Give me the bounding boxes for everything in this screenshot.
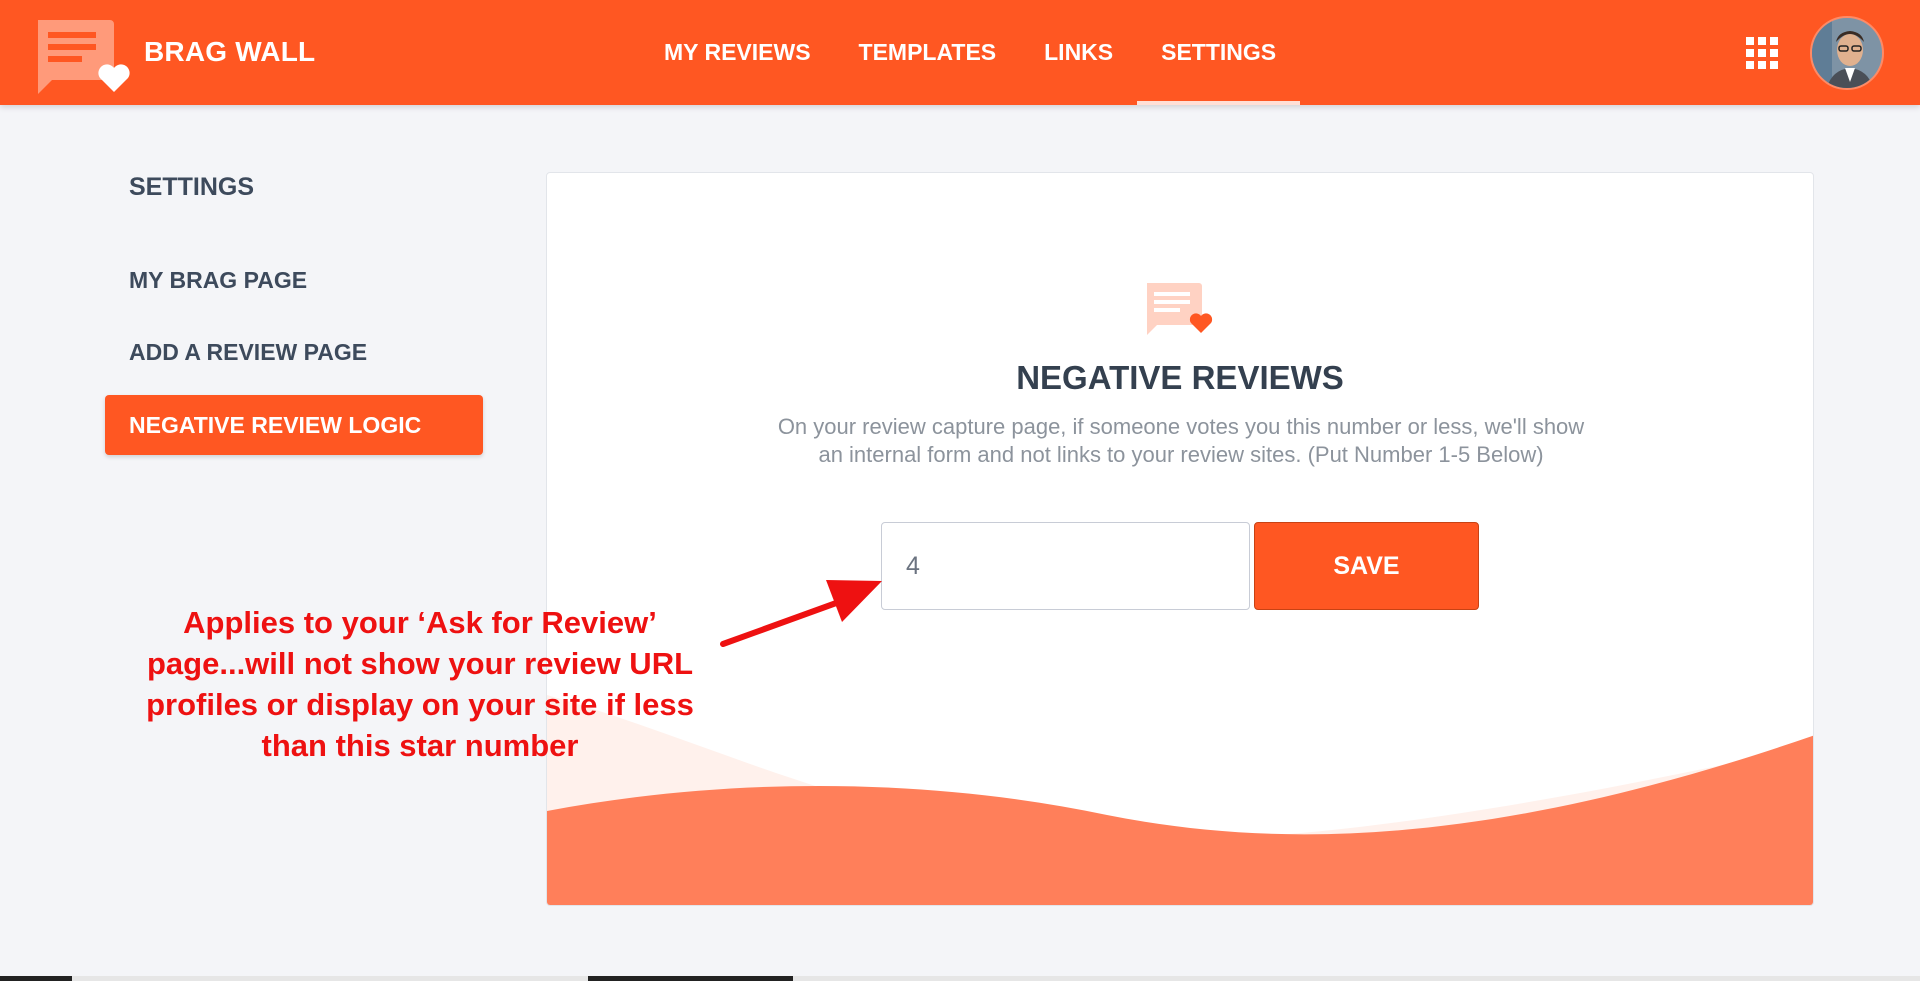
user-avatar[interactable] [1810,16,1884,90]
top-bar: BRAG WALL MY REVIEWS TEMPLATES LINKS SET… [0,0,1920,105]
save-button[interactable]: SAVE [1254,522,1479,610]
brand-name[interactable]: BRAG WALL [144,36,315,68]
nav-links[interactable]: LINKS [1020,0,1137,105]
annotation-line-1: Applies to your ‘Ask for Review’ [183,605,657,640]
sidebar-item-my-brag-page[interactable]: MY BRAG PAGE [105,250,483,310]
negative-reviews-card: NEGATIVE REVIEWS On your review capture … [546,172,1814,906]
annotation-line-3: profiles or display on your site if less [146,687,694,722]
annotation-callout: Applies to your ‘Ask for Review’ page...… [120,602,720,766]
brag-wall-logo-icon[interactable] [34,16,134,96]
card-title: NEGATIVE REVIEWS [1016,359,1344,396]
nav-settings[interactable]: SETTINGS [1137,0,1301,105]
decorative-waves [547,695,1813,905]
nav-templates[interactable]: TEMPLATES [835,0,1021,105]
sidebar-item-negative-review-logic[interactable]: NEGATIVE REVIEW LOGIC [105,395,483,455]
annotation-line-2: page...will not show your review URL [146,646,694,681]
card-description: On your review capture page, if someone … [777,414,1585,467]
sidebar-item-add-review-page[interactable]: ADD A REVIEW PAGE [105,322,483,382]
bottom-strip [0,976,1920,981]
chat-heart-icon [1147,283,1213,335]
user-photo-icon [1812,18,1882,88]
apps-grid-icon[interactable] [1746,37,1778,69]
nav-my-reviews[interactable]: MY REVIEWS [640,0,835,105]
annotation-line-4: than this star number [261,728,579,763]
sidebar-title: SETTINGS [129,173,255,201]
negative-threshold-input[interactable] [881,522,1250,610]
main-nav: MY REVIEWS TEMPLATES LINKS SETTINGS [640,0,1301,105]
